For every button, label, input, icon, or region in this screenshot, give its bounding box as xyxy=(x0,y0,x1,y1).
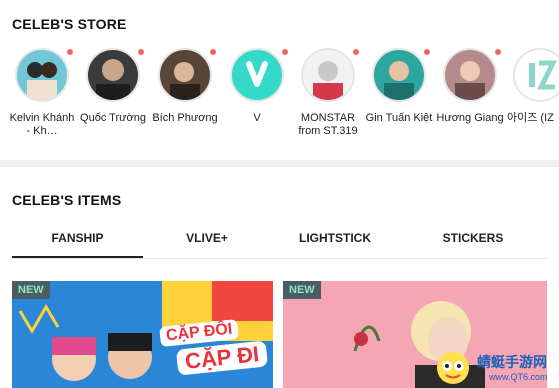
izone-logo-avatar xyxy=(513,48,559,102)
tab-vlive-plus[interactable]: VLIVE+ xyxy=(143,228,271,256)
avatar xyxy=(372,48,430,102)
quoc-truong-avatar xyxy=(86,48,140,102)
avatar xyxy=(301,48,359,102)
avatar xyxy=(230,48,288,102)
store-item-label: MONSTAR from ST.319 xyxy=(298,112,358,137)
v-logo-avatar xyxy=(230,48,284,102)
avatar xyxy=(513,48,559,102)
section-divider xyxy=(0,160,559,167)
kelvin-khanh-avatar xyxy=(15,48,69,102)
new-dot-icon xyxy=(210,49,216,55)
store-item-kelvin-khanh[interactable]: Kelvin Khánh - Kh… xyxy=(7,48,77,138)
avatar xyxy=(15,48,73,102)
watermark-url: www.QT6.com xyxy=(489,372,548,382)
new-badge: NEW xyxy=(12,281,50,299)
store-item-huong-giang[interactable]: Hương Giang xyxy=(435,48,505,125)
celebs-items-title: CELEB'S ITEMS xyxy=(12,192,122,208)
new-badge: NEW xyxy=(283,281,321,299)
store-item-gin-tuan-kiet[interactable]: Gin Tuấn Kiệt xyxy=(364,48,434,125)
celebs-store-title: CELEB'S STORE xyxy=(12,16,127,32)
new-dot-icon xyxy=(424,49,430,55)
watermark-title: 蜻蜓手游网 xyxy=(477,354,547,370)
avatar xyxy=(443,48,501,102)
store-item-v[interactable]: V xyxy=(222,48,292,125)
store-item-label: Gin Tuấn Kiệt xyxy=(365,112,433,124)
huong-giang-avatar xyxy=(443,48,497,102)
avatar xyxy=(158,48,216,102)
new-dot-icon xyxy=(495,49,501,55)
new-dot-icon xyxy=(67,49,73,55)
store-item-monstar[interactable]: MONSTAR from ST.319 xyxy=(293,48,363,138)
site-watermark: 蜻蜓手游网 www.QT6.com xyxy=(427,350,555,386)
item-card-fanship-cap-doi[interactable]: NEW CẶP ĐÔI CẶP ĐI xyxy=(12,281,273,388)
store-item-label: 아이즈 (IZ xyxy=(507,112,554,124)
new-dot-icon xyxy=(282,49,288,55)
gin-tuan-kiet-avatar xyxy=(372,48,426,102)
tab-stickers[interactable]: STICKERS xyxy=(399,228,547,256)
celebs-items-tabs: FANSHIP VLIVE+ LIGHTSTICK STICKERS xyxy=(12,228,547,259)
tab-lightstick[interactable]: LIGHTSTICK xyxy=(271,228,399,256)
celebs-store-carousel: Kelvin Khánh - Kh… Quốc Trường Bích Phươ… xyxy=(0,48,559,148)
monstar-avatar xyxy=(301,48,355,102)
new-dot-icon xyxy=(353,49,359,55)
bich-phuong-avatar xyxy=(158,48,212,102)
store-item-label: Quốc Trường xyxy=(80,112,146,124)
store-item-label: Bích Phương xyxy=(152,112,218,124)
new-dot-icon xyxy=(138,49,144,55)
avatar xyxy=(86,48,144,102)
store-item-label: Hương Giang xyxy=(436,112,504,124)
dragonfly-logo-icon xyxy=(437,352,469,384)
store-item-label: Kelvin Khánh - Kh… xyxy=(9,112,75,137)
tab-fanship[interactable]: FANSHIP xyxy=(12,228,143,258)
store-item-izone[interactable]: 아이즈 (IZ xyxy=(507,48,559,125)
store-item-quoc-truong[interactable]: Quốc Trường xyxy=(78,48,148,125)
store-item-bich-phuong[interactable]: Bích Phương xyxy=(150,48,220,125)
store-item-label: V xyxy=(253,112,261,124)
